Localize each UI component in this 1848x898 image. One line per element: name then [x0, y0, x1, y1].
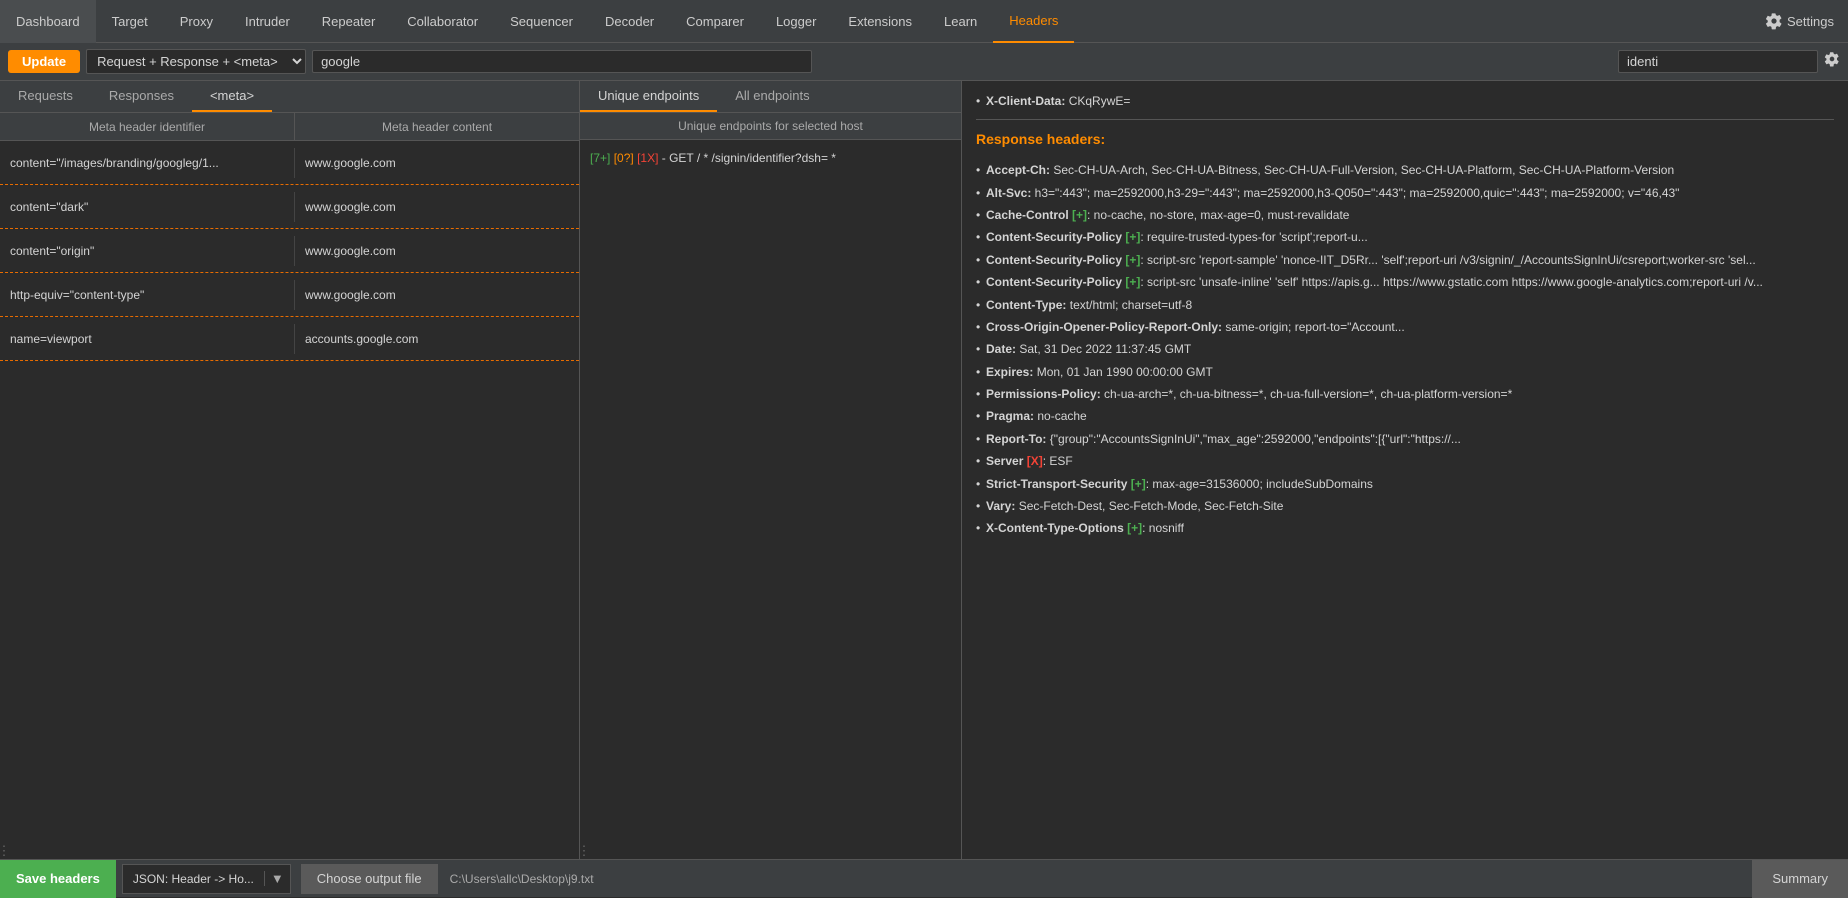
header-line: Content-Security-Policy [+]: require-tru… — [976, 227, 1834, 247]
format-text: JSON: Header -> Ho... — [123, 872, 264, 886]
response-headers-list: Accept-Ch: Sec-CH-UA-Arch, Sec-CH-UA-Bit… — [976, 160, 1834, 539]
col-header-identifier: Meta header identifier — [0, 113, 295, 140]
table-row[interactable]: name=viewport accounts.google.com — [0, 317, 579, 361]
left-panel: Requests Responses <meta> Meta header id… — [0, 81, 580, 859]
nav-collaborator[interactable]: Collaborator — [391, 0, 494, 43]
cell-identifier: content="/images/branding/googleg/1... — [0, 148, 295, 178]
badge-green: [7+] — [590, 151, 610, 165]
nav-decoder[interactable]: Decoder — [589, 0, 670, 43]
header-line: Report-To: {"group":"AccountsSignInUi","… — [976, 429, 1834, 449]
cell-content: www.google.com — [295, 280, 579, 310]
cell-identifier: name=viewport — [0, 324, 295, 354]
header-line: Pragma: no-cache — [976, 406, 1834, 426]
format-dropdown-arrow[interactable]: ▼ — [264, 871, 290, 886]
tab-meta[interactable]: <meta> — [192, 81, 272, 112]
header-line: Content-Security-Policy [+]: script-src … — [976, 250, 1834, 270]
header-line: Strict-Transport-Security [+]: max-age=3… — [976, 474, 1834, 494]
nav-intruder[interactable]: Intruder — [229, 0, 306, 43]
header-line: Accept-Ch: Sec-CH-UA-Arch, Sec-CH-UA-Bit… — [976, 160, 1834, 180]
cell-identifier: content="origin" — [0, 236, 295, 266]
cell-identifier: content="dark" — [0, 192, 295, 222]
divider — [976, 119, 1834, 120]
header-line: Alt-Svc: h3=":443"; ma=2592000,h3-29=":4… — [976, 183, 1834, 203]
format-select-wrapper: JSON: Header -> Ho... ▼ — [122, 864, 291, 894]
response-headers-title: Response headers: — [976, 128, 1834, 152]
top-navigation: Dashboard Target Proxy Intruder Repeater… — [0, 0, 1848, 43]
search-input[interactable] — [1618, 50, 1818, 73]
header-line: Date: Sat, 31 Dec 2022 11:37:45 GMT — [976, 339, 1834, 359]
nav-dashboard[interactable]: Dashboard — [0, 0, 96, 43]
badge-red: [1X] — [637, 151, 658, 165]
horizontal-drag-handle[interactable]: ⋮ — [580, 843, 588, 859]
cell-content: www.google.com — [295, 236, 579, 266]
nav-headers[interactable]: Headers — [993, 0, 1074, 43]
header-line: Content-Type: text/html; charset=utf-8 — [976, 295, 1834, 315]
nav-extensions[interactable]: Extensions — [832, 0, 928, 43]
right-content: X-Client-Data: CKqRywE= Response headers… — [962, 81, 1848, 859]
header-line: X-Content-Type-Options [+]: nosniff — [976, 518, 1834, 538]
nav-target[interactable]: Target — [96, 0, 164, 43]
header-line: Permissions-Policy: ch-ua-arch=*, ch-ua-… — [976, 384, 1834, 404]
nav-proxy[interactable]: Proxy — [164, 0, 229, 43]
nav-sequencer[interactable]: Sequencer — [494, 0, 589, 43]
tab-all-endpoints[interactable]: All endpoints — [717, 81, 827, 112]
table-row[interactable]: content="/images/branding/googleg/1... w… — [0, 141, 579, 185]
cell-content: www.google.com — [295, 148, 579, 178]
filter-select[interactable]: Request + Response + <meta> — [86, 49, 306, 74]
update-button[interactable]: Update — [8, 50, 80, 73]
table-row[interactable]: content="origin" www.google.com — [0, 229, 579, 273]
tab-requests[interactable]: Requests — [0, 81, 91, 112]
badge-yellow: [0?] — [614, 151, 634, 165]
tab-responses[interactable]: Responses — [91, 81, 192, 112]
header-line: Cache-Control [+]: no-cache, no-store, m… — [976, 205, 1834, 225]
nav-logger[interactable]: Logger — [760, 0, 832, 43]
table-row[interactable]: http-equiv="content-type" www.google.com — [0, 273, 579, 317]
save-headers-button[interactable]: Save headers — [0, 860, 116, 898]
endpoint-list: [7+] [0?] [1X] - GET / * /signin/identif… — [580, 140, 961, 843]
settings-icon[interactable]: Settings — [1751, 0, 1848, 43]
toolbar: Update Request + Response + <meta> — [0, 43, 1848, 81]
table-header: Meta header identifier Meta header conte… — [0, 113, 579, 141]
table-row[interactable]: content="dark" www.google.com — [0, 185, 579, 229]
nav-comparer[interactable]: Comparer — [670, 0, 760, 43]
right-panel: X-Client-Data: CKqRywE= Response headers… — [962, 81, 1848, 859]
endpoint-subtitle: Unique endpoints for selected host — [580, 113, 961, 140]
vertical-drag-handle[interactable]: ⋮ — [0, 843, 8, 859]
list-item[interactable]: [7+] [0?] [1X] - GET / * /signin/identif… — [580, 146, 961, 170]
x-client-value: CKqRywE= — [1069, 94, 1131, 108]
header-line: Server [X]: ESF — [976, 451, 1834, 471]
nav-learn[interactable]: Learn — [928, 0, 993, 43]
nav-repeater[interactable]: Repeater — [306, 0, 391, 43]
col-header-content: Meta header content — [295, 113, 579, 140]
bottom-bar: Save headers JSON: Header -> Ho... ▼ Cho… — [0, 859, 1848, 897]
endpoint-tab-bar: Unique endpoints All endpoints — [580, 81, 961, 113]
endpoint-method: - GET / * /signin/identifier?dsh= * — [662, 151, 836, 165]
filepath-text: C:\Users\allc\Desktop\j9.txt — [442, 872, 602, 886]
header-line: Expires: Mon, 01 Jan 1990 00:00:00 GMT — [976, 362, 1834, 382]
tab-unique-endpoints[interactable]: Unique endpoints — [580, 81, 717, 112]
cell-identifier: http-equiv="content-type" — [0, 280, 295, 310]
middle-panel: Unique endpoints All endpoints Unique en… — [580, 81, 962, 859]
host-input[interactable] — [312, 50, 812, 73]
cell-content: accounts.google.com — [295, 324, 579, 354]
left-tab-bar: Requests Responses <meta> — [0, 81, 579, 113]
cell-content: www.google.com — [295, 192, 579, 222]
x-client-key: X-Client-Data: — [986, 94, 1065, 108]
header-line: Cross-Origin-Opener-Policy-Report-Only: … — [976, 317, 1834, 337]
main-content: Requests Responses <meta> Meta header id… — [0, 81, 1848, 859]
summary-button[interactable]: Summary — [1752, 860, 1848, 898]
header-line: Vary: Sec-Fetch-Dest, Sec-Fetch-Mode, Se… — [976, 496, 1834, 516]
meta-table: Meta header identifier Meta header conte… — [0, 113, 579, 843]
x-client-data-line: X-Client-Data: CKqRywE= — [976, 91, 1834, 111]
header-line: Content-Security-Policy [+]: script-src … — [976, 272, 1834, 292]
choose-output-file-button[interactable]: Choose output file — [301, 864, 438, 894]
gear-icon[interactable] — [1824, 51, 1840, 72]
settings-label: Settings — [1787, 14, 1834, 29]
